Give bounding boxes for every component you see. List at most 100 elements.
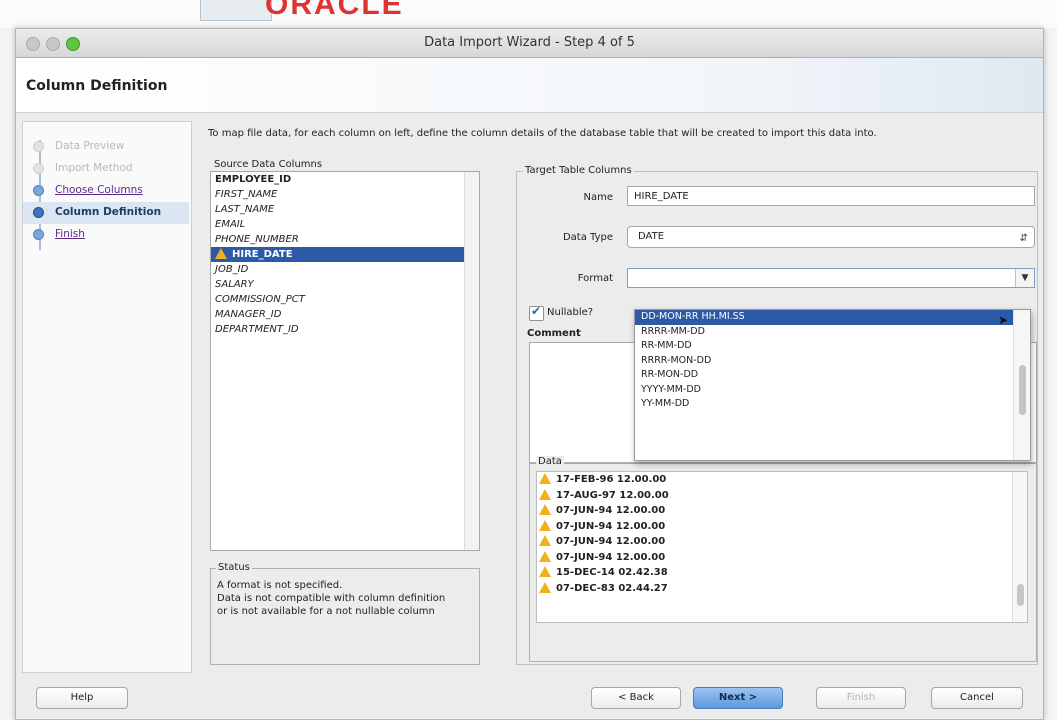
checkmark-icon: ✔ [531, 304, 542, 318]
list-item[interactable]: COMMISSION_PCT [211, 292, 479, 307]
list-item: 07-JUN-94 12.00.00 [537, 519, 1027, 535]
list-item[interactable]: LAST_NAME [211, 202, 479, 217]
step-label: Column Definition [55, 206, 162, 218]
data-preview-panel: Data 17-FEB-96 12.00.00 17-AUG-97 12.00.… [529, 456, 1037, 662]
status-line: Data is not compatible with column defin… [217, 593, 446, 604]
dropdown-option[interactable]: RR-MM-DD [635, 339, 1030, 354]
background-logo-box [200, 0, 272, 21]
data-value: 07-JUN-94 12.00.00 [556, 551, 666, 563]
step-dot-icon [33, 229, 44, 240]
dropdown-option[interactable]: YYYY-MM-DD [635, 383, 1030, 398]
list-item: 15-DEC-14 02.42.38 [537, 565, 1027, 581]
option-label: DD-MON-RR HH.MI.SS [641, 311, 745, 322]
step-label[interactable]: Finish [55, 228, 85, 240]
target-columns-label: Target Table Columns [523, 165, 634, 176]
step-label[interactable]: Choose Columns [55, 184, 143, 196]
list-item[interactable]: JOB_ID [211, 262, 479, 277]
data-value: 07-JUN-94 12.00.00 [556, 505, 666, 516]
warning-icon [539, 519, 551, 531]
warning-icon [539, 535, 551, 546]
status-panel: Status A format is not specified. Data i… [210, 562, 480, 665]
format-combobox[interactable]: ▼ [627, 268, 1035, 288]
warning-icon [539, 581, 551, 593]
warning-icon [539, 504, 551, 515]
step-dot-icon [33, 207, 44, 218]
dropdown-option[interactable]: RRRR-MON-DD [635, 354, 1030, 369]
source-columns-list[interactable]: EMPLOYEE_ID FIRST_NAME LAST_NAME EMAIL P… [210, 171, 480, 551]
dropdown-option[interactable]: YY-MM-DD [635, 397, 1030, 412]
step-label: Import Method [55, 162, 133, 174]
instruction-text: To map file data, for each column on lef… [208, 128, 877, 139]
source-columns-label: Source Data Columns [212, 159, 325, 170]
list-item[interactable]: PHONE_NUMBER [211, 232, 479, 247]
format-dropdown-list[interactable]: DD-MON-RR HH.MI.SS ➤ RRRR-MM-DD RR-MM-DD … [634, 309, 1031, 461]
data-value: 07-JUN-94 12.00.00 [556, 536, 666, 547]
warning-icon [539, 473, 551, 484]
list-item: 17-FEB-96 12.00.00 [537, 472, 1027, 488]
list-item: 07-JUN-94 12.00.00 [537, 550, 1027, 566]
status-label: Status [216, 562, 252, 573]
wizard-steps-nav: Data Preview Import Method Choose Column… [22, 121, 192, 673]
main-panel: To map file data, for each column on lef… [198, 121, 1038, 671]
format-label: Format [577, 273, 613, 284]
dropdown-option[interactable]: RRRR-MM-DD [635, 325, 1030, 340]
status-message: A format is not specified. Data is not c… [217, 579, 475, 618]
name-label: Name [583, 192, 613, 203]
nullable-label: Nullable? [547, 307, 594, 318]
finish-button[interactable]: Finish [816, 687, 906, 709]
background-brand-text: ORACLE [265, 0, 404, 21]
chevron-down-icon[interactable]: ▼ [1015, 269, 1034, 287]
warning-icon [215, 248, 227, 259]
datatype-label: Data Type [562, 232, 613, 243]
step-column-definition[interactable]: Column Definition [23, 202, 189, 224]
wizard-header: Column Definition [16, 58, 1043, 113]
list-item: 07-DEC-83 02.44.27 [537, 581, 1027, 597]
scrollbar-thumb[interactable] [1019, 365, 1026, 415]
help-button[interactable]: Help [36, 687, 128, 709]
warning-icon [539, 550, 551, 562]
list-item-selected[interactable]: HIRE_DATE [211, 247, 479, 262]
source-scrollbar[interactable] [464, 172, 479, 550]
step-import-method: Import Method [23, 158, 189, 180]
status-line: A format is not specified. [217, 580, 343, 591]
background-app: ORACLE [0, 0, 1057, 28]
list-item[interactable]: EMPLOYEE_ID [211, 172, 479, 187]
dropdown-option[interactable]: DD-MON-RR HH.MI.SS ➤ [635, 310, 1030, 327]
dropdown-option[interactable]: RR-MON-DD [635, 368, 1030, 383]
data-value: 17-AUG-97 12.00.00 [556, 489, 669, 501]
list-item[interactable]: EMAIL [211, 217, 479, 232]
name-field[interactable]: HIRE_DATE [627, 186, 1035, 206]
list-item[interactable]: FIRST_NAME [211, 187, 479, 202]
list-item[interactable]: MANAGER_ID [211, 307, 479, 322]
data-preview-list[interactable]: 17-FEB-96 12.00.00 17-AUG-97 12.00.00 07… [536, 471, 1028, 623]
scrollbar-thumb[interactable] [1017, 584, 1024, 606]
datatype-select[interactable]: DATE ⇵ [627, 226, 1035, 248]
back-button[interactable]: < Back [591, 687, 681, 709]
data-scrollbar[interactable] [1012, 472, 1027, 622]
window-title: Data Import Wizard - Step 4 of 5 [424, 35, 635, 50]
status-line: or is not available for a not nullable c… [217, 606, 435, 617]
nullable-checkbox[interactable]: ✔ [529, 304, 544, 321]
step-dot-icon [33, 141, 44, 152]
step-data-preview: Data Preview [23, 136, 189, 158]
list-item: 17-AUG-97 12.00.00 [537, 488, 1027, 504]
wizard-window: Data Import Wizard - Step 4 of 5 Column … [15, 28, 1044, 720]
data-value: 17-FEB-96 12.00.00 [556, 474, 667, 485]
step-label: Data Preview [55, 140, 125, 152]
step-dot-icon [33, 185, 44, 196]
cancel-button[interactable]: Cancel [931, 687, 1023, 709]
warning-icon [539, 488, 551, 500]
list-item[interactable]: SALARY [211, 277, 479, 292]
step-dot-icon [33, 163, 44, 174]
data-value: 15-DEC-14 02.42.38 [556, 567, 668, 578]
next-button[interactable]: Next > [693, 687, 783, 709]
page-title: Column Definition [26, 78, 168, 94]
step-finish[interactable]: Finish [23, 224, 189, 246]
list-item: 07-JUN-94 12.00.00 [537, 503, 1027, 519]
data-value: 07-JUN-94 12.00.00 [556, 520, 666, 532]
step-choose-columns[interactable]: Choose Columns [23, 180, 189, 202]
dropdown-scrollbar[interactable] [1013, 310, 1030, 460]
wizard-footer: Help < Back Next > Finish Cancel [16, 677, 1043, 719]
datatype-value: DATE [638, 231, 665, 242]
list-item[interactable]: DEPARTMENT_ID [211, 322, 479, 337]
